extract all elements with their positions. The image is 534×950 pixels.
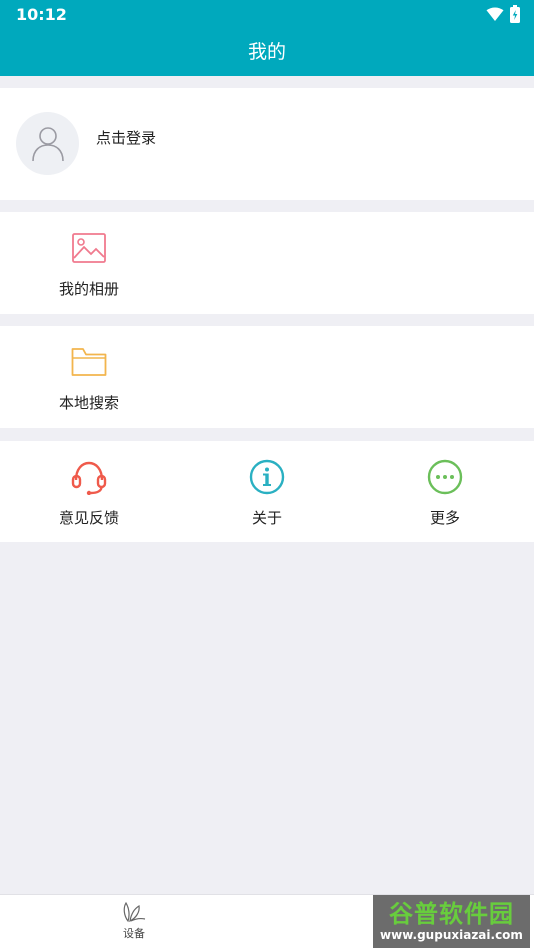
watermark: 谷普软件园 www.gupuxiazai.com xyxy=(373,895,530,948)
feedback-item[interactable]: 意见反馈 xyxy=(0,441,178,542)
local-search-item[interactable]: 本地搜索 xyxy=(0,326,178,428)
leaf-icon xyxy=(123,901,146,923)
folder-icon-wrap xyxy=(71,344,107,380)
nav-item-devices[interactable]: 设备 xyxy=(98,901,170,941)
wifi-icon xyxy=(486,7,504,21)
watermark-cn: 谷普软件园 xyxy=(389,900,514,928)
profile-card[interactable]: 点击登录 xyxy=(0,88,534,200)
local-search-section: 本地搜索 xyxy=(0,326,534,428)
more-label: 更多 xyxy=(429,509,460,527)
more-icon-wrap xyxy=(427,459,463,495)
watermark-url: www.gupuxiazai.com xyxy=(380,928,523,942)
more-dots-icon xyxy=(427,459,463,495)
feedback-label: 意见反馈 xyxy=(58,509,119,527)
album-section: 我的相册 xyxy=(0,212,534,314)
screen: 10:12 我的 点击登录 我的相册 本地搜索 意见反馈 关于 更多 设备 谷普… xyxy=(0,0,534,950)
page-title: 我的 xyxy=(247,41,286,63)
about-icon-wrap xyxy=(249,459,285,495)
about-item[interactable]: 关于 xyxy=(178,441,356,542)
album-icon-wrap xyxy=(71,230,107,266)
person-icon xyxy=(31,126,64,161)
battery-icon xyxy=(510,5,520,23)
more-item[interactable]: 更多 xyxy=(356,441,534,542)
status-time: 10:12 xyxy=(16,5,67,24)
local-search-label: 本地搜索 xyxy=(58,394,119,412)
status-icons xyxy=(486,5,520,23)
album-label: 我的相册 xyxy=(58,280,119,298)
avatar[interactable] xyxy=(16,112,79,175)
image-icon xyxy=(72,233,106,263)
app-bar: 10:12 我的 xyxy=(0,0,534,76)
nav-devices-label: 设备 xyxy=(123,927,145,940)
info-icon xyxy=(249,459,285,495)
login-link[interactable]: 点击登录 xyxy=(96,127,156,148)
tools-section: 意见反馈 关于 更多 xyxy=(0,441,534,542)
about-label: 关于 xyxy=(251,509,282,527)
folder-icon xyxy=(71,348,107,376)
album-item[interactable]: 我的相册 xyxy=(0,212,178,314)
feedback-icon-wrap xyxy=(71,459,107,495)
headset-icon xyxy=(71,461,107,495)
